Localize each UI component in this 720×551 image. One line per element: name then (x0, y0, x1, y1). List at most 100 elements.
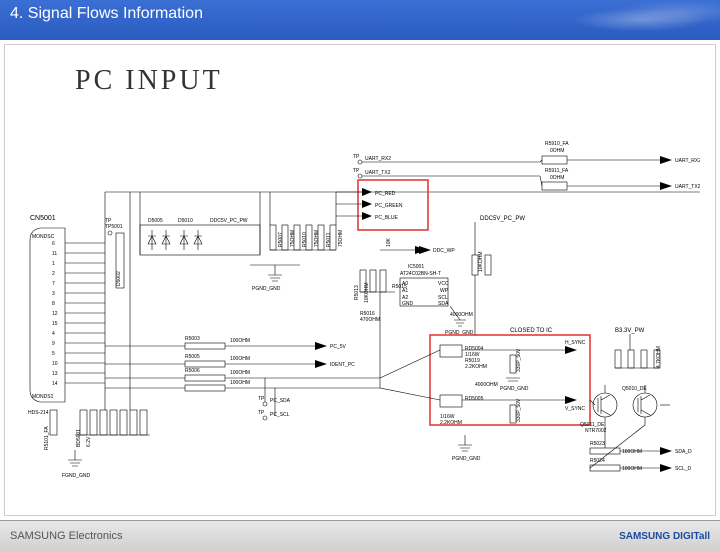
svg-text:RD5005: RD5005 (465, 396, 484, 402)
svg-text:100OHM: 100OHM (622, 466, 642, 472)
svg-text:330P_50V: 330P_50V (516, 398, 522, 422)
svg-text:10KOHM: 10KOHM (364, 282, 370, 303)
svg-text:R5910_FA: R5910_FA (545, 141, 569, 147)
testpoint-icon (108, 231, 112, 235)
svg-text:10KOHM: 10KOHM (478, 251, 484, 272)
svg-text:UART_RX2: UART_RX2 (365, 156, 391, 162)
svg-text:PC_BLUE: PC_BLUE (375, 215, 398, 221)
sync-block: RD5004 1/16W R50192.2KOHM H_SYNC 330P_50… (440, 340, 586, 426)
svg-text:DDC_WP: DDC_WP (433, 248, 455, 254)
svg-text:BD5001: BD5001 (76, 429, 82, 447)
svg-text:0OHM: 0OHM (550, 148, 564, 154)
svg-text:4000OHM: 4000OHM (475, 382, 498, 388)
resistor-bank-75: R5007 75OHM R5010 75OHM R5011 75OHM (270, 192, 344, 250)
svg-text:NTR7002: NTR7002 (585, 428, 607, 434)
svg-text:14: 14 (52, 381, 58, 387)
svg-text:UART_RX2: UART_RX2 (675, 158, 700, 164)
svg-text:6.2V: 6.2V (86, 436, 92, 447)
svg-text:11: 11 (52, 251, 57, 257)
svg-text:100OHM: 100OHM (622, 449, 642, 455)
diagram-title: PC INPUT (75, 65, 223, 97)
svg-text:1: 1 (52, 261, 55, 267)
footer-brand: SAMSUNG Electronics (10, 530, 122, 542)
svg-text:SDA: SDA (438, 301, 449, 307)
svg-text:PGND_GND: PGND_GND (452, 456, 481, 462)
svg-text:0OHM: 0OHM (550, 175, 564, 181)
svg-text:VCC: VCC (438, 281, 449, 287)
svg-text:TP: TP (258, 410, 265, 416)
svg-text:R5023: R5023 (590, 441, 605, 447)
conn-type: MONDSC (32, 234, 55, 240)
conn-type2: MONDS1 (32, 394, 54, 400)
tp5001: TP5001 (105, 224, 123, 230)
ddc5v-label: DDC5V_PC_PW (480, 216, 525, 222)
svg-text:R5005: R5005 (185, 354, 200, 360)
svg-text:7: 7 (52, 281, 55, 287)
svg-text:D5005: D5005 (148, 218, 163, 224)
svg-text:R5015: R5015 (392, 284, 407, 290)
svg-text:9: 9 (52, 341, 55, 347)
r470-bank: R5013 10KOHM R5015 R5016 470OHM (354, 270, 407, 323)
slide-footer: SAMSUNG Electronics SAMSUNG DIGITall (0, 520, 720, 551)
svg-text:V_SYNC: V_SYNC (565, 406, 585, 412)
svg-text:10K: 10K (386, 237, 392, 247)
svg-text:IDENT_PC: IDENT_PC (330, 362, 355, 368)
svg-text:WP: WP (440, 288, 449, 294)
svg-text:GND: GND (402, 301, 414, 307)
svg-text:PGND_GND: PGND_GND (500, 386, 529, 392)
svg-text:5: 5 (52, 351, 55, 357)
conn-label: CN5001 (30, 215, 56, 222)
svg-text:2: 2 (52, 271, 55, 277)
connector-pins: 611 12 73 812 154 95 1013 14 (52, 241, 58, 387)
svg-text:3: 3 (52, 291, 55, 297)
svg-text:12: 12 (52, 311, 58, 317)
svg-text:R5006: R5006 (185, 368, 200, 374)
svg-text:UART_TX2: UART_TX2 (365, 170, 391, 176)
svg-text:Q5010_DE: Q5010_DE (622, 386, 647, 392)
svg-text:PC_RED: PC_RED (375, 191, 396, 197)
conn-part: HDS-214 (28, 410, 49, 416)
bottom-cluster: BD5001 6.2V (75, 410, 150, 447)
svg-text:8: 8 (52, 301, 55, 307)
pin-wires (65, 243, 105, 383)
schematic-diagram: CN5001 MONDSC MONDS1 HDS-214 611 12 73 8… (20, 95, 700, 505)
fets: Q5011_DE NTR7002 Q5010_DE (580, 385, 670, 434)
svg-text:AT24C02BN-SH-T: AT24C02BN-SH-T (400, 271, 441, 277)
svg-text:470OHM: 470OHM (360, 317, 380, 323)
svg-text:SDA_D: SDA_D (675, 449, 692, 455)
closed-label: CLOSED TO IC (510, 328, 553, 334)
ic5001: IC5001 AT24C02BN-SH-T A0VCC A1WP A2SCL G… (400, 264, 449, 307)
svg-text:2.2KOHM: 2.2KOHM (440, 420, 462, 426)
pgnd1: PGND_GND (252, 286, 281, 292)
svg-text:PC_GREEN: PC_GREEN (375, 203, 403, 209)
svg-text:4: 4 (52, 331, 55, 337)
b33v-label: B3.3V_PW (615, 328, 645, 334)
svg-text:IC5001: IC5001 (408, 264, 424, 270)
svg-text:H_SYNC: H_SYNC (565, 340, 586, 346)
svg-text:TP: TP (353, 154, 360, 160)
svg-text:75OHM: 75OHM (338, 230, 344, 247)
svg-text:D5010: D5010 (178, 218, 193, 224)
svg-text:4000OHM: 4000OHM (450, 312, 473, 318)
fgnd: FGND_GND (62, 473, 90, 479)
pc5v-ident: PC_5V IDENT_PC (225, 342, 355, 368)
uart-tp: TP UART_RX2 TP UART_TX2 (353, 154, 540, 178)
svg-text:4.7KOHM: 4.7KOHM (656, 346, 662, 368)
svg-text:2.2KOHM: 2.2KOHM (465, 364, 487, 370)
r100-bank: R5003 100OHM R5005 100OHM R5006 100OHM 1… (105, 336, 250, 391)
svg-text:10: 10 (52, 361, 58, 367)
rgb-signals: PC_RED PC_GREEN PC_BLUE (362, 188, 403, 221)
svg-text:100OHM: 100OHM (230, 370, 250, 376)
svg-text:330P_50V: 330P_50V (516, 348, 522, 372)
svg-text:R5024: R5024 (590, 458, 605, 464)
header-title: 4. Signal Flows Information (10, 5, 203, 22)
svg-text:15: 15 (52, 321, 58, 327)
svg-text:R5013: R5013 (354, 285, 360, 300)
svg-text:R5003: R5003 (185, 336, 200, 342)
svg-text:PC_SCL: PC_SCL (270, 412, 290, 418)
slide-body: PC INPUT CN5001 MONDSC MONDS1 HDS-214 61… (4, 44, 716, 516)
svg-text:PC_SDA: PC_SDA (270, 398, 291, 404)
slide-header: 4. Signal Flows Information (0, 0, 720, 40)
svg-text:13: 13 (52, 371, 58, 377)
uart-resistors: R5910_FA 0OHM R5911_FA 0OHM UART_RX2 UAR… (540, 141, 700, 190)
